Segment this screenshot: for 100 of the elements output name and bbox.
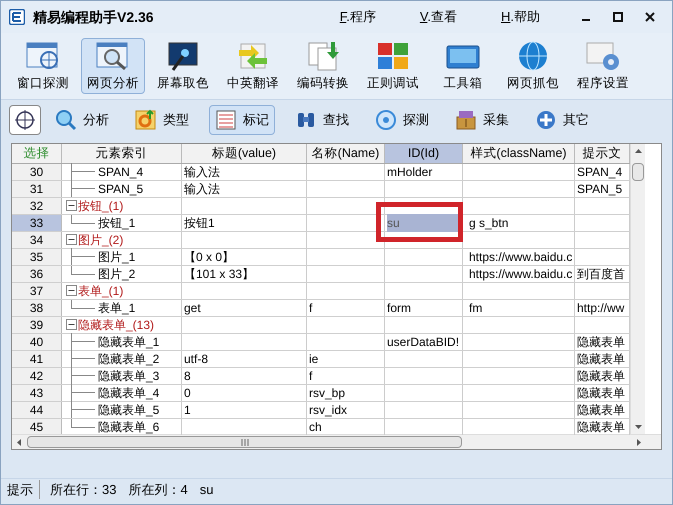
app-logo-icon (9, 9, 25, 25)
toolbar-button[interactable]: 采集 (449, 104, 515, 134)
browser-logo-icon (135, 108, 157, 130)
table-cell-text: http://ww (577, 300, 624, 317)
table-cell-text: utf-8 (184, 350, 208, 368)
column-header[interactable]: ID(Id) (385, 144, 463, 163)
row-number[interactable]: 31 (12, 180, 62, 197)
collapse-icon[interactable] (66, 319, 77, 330)
tree-group-label[interactable]: 图片_(2) (78, 230, 124, 249)
collapse-icon[interactable] (66, 234, 77, 246)
column-header[interactable]: 选择 (12, 144, 62, 163)
column-header[interactable]: 标题(value) (182, 144, 307, 163)
table-cell-text: g s_btn (469, 214, 508, 232)
toolbar-button[interactable]: 屏幕取色 (151, 38, 215, 94)
row-number[interactable]: 33 (12, 214, 62, 231)
window-title: 精易编程助手V2.36 (33, 8, 154, 26)
tree-item-label[interactable]: 隐藏表单_1 (98, 332, 160, 351)
row-number[interactable]: 32 (12, 198, 62, 214)
table-cell-text: 按钮1 (184, 214, 215, 232)
tree-item-label[interactable]: 隐藏表单_4 (98, 384, 160, 402)
table-cell-text: 隐藏表单 (577, 384, 625, 402)
table-cell: su (387, 214, 460, 232)
table-cell-text: 隐藏表单 (577, 334, 625, 351)
close-icon[interactable] (644, 11, 656, 23)
table-cell-text: rsv_bp (309, 384, 346, 402)
scroll-thumb[interactable] (27, 436, 462, 448)
row-number[interactable]: 37 (12, 282, 62, 299)
toolbar-button[interactable]: 其它 (529, 104, 595, 134)
table-cell-text: 隐藏表单 (577, 350, 625, 368)
toolbar-button[interactable]: 类型 (129, 104, 195, 134)
toolbar-button[interactable]: 分析 (49, 104, 115, 134)
row-number[interactable]: 38 (12, 300, 62, 316)
table-cell-text: f (309, 368, 312, 385)
tree-group-label[interactable]: 按钮_(1) (78, 196, 124, 215)
toolbar-button[interactable]: 网页分析 (81, 38, 145, 94)
menu-item[interactable]: F.程序 (332, 7, 384, 27)
tree-item-label[interactable]: 隐藏表单_6 (98, 418, 160, 436)
table-cell-text: 隐藏表单 (577, 418, 625, 436)
collapse-icon[interactable] (66, 285, 77, 296)
scroll-thumb[interactable] (632, 163, 644, 181)
table-cell-text: 输入法 (184, 164, 220, 181)
tree-group-label[interactable]: 隐藏表单_(13) (78, 316, 154, 334)
tree-item-label[interactable]: 图片_2 (98, 264, 136, 283)
row-number[interactable]: 36 (12, 266, 62, 282)
table-cell-text: SPAN_5 (577, 180, 622, 198)
row-number[interactable]: 40 (12, 334, 62, 350)
row-number[interactable]: 34 (12, 232, 62, 248)
table-cell-text: SPAN_4 (577, 164, 622, 181)
toolbar-button[interactable]: 查找 (289, 104, 355, 134)
horizontal-scrollbar[interactable] (12, 434, 661, 449)
tree-connector-icon (71, 214, 95, 224)
table-cell-text: rsv_idx (309, 402, 348, 419)
toolbar-button[interactable]: 程序设置 (571, 38, 635, 94)
table-cell-text: https://www.baidu.c (469, 248, 572, 266)
row-number[interactable]: 45 (12, 418, 62, 435)
tree-group-label[interactable]: 表单_(1) (78, 282, 124, 300)
toolbar-button[interactable]: 探测 (369, 104, 435, 134)
tree-connector-icon (71, 384, 95, 402)
tree-item-label[interactable]: SPAN_5 (98, 180, 144, 198)
tree-item-label[interactable]: 隐藏表单_5 (98, 400, 160, 419)
row-number[interactable]: 42 (12, 368, 62, 384)
toolbar-button[interactable]: 工具箱 (431, 38, 495, 94)
tree-item-label[interactable]: SPAN_4 (98, 162, 144, 181)
row-number[interactable]: 44 (12, 402, 62, 418)
table-cell-text: https://www.baidu.c (469, 266, 572, 283)
menu-item[interactable]: V.查看 (412, 7, 465, 27)
tree-item-label[interactable]: 隐藏表单_2 (98, 350, 160, 368)
vertical-scrollbar[interactable] (630, 144, 645, 434)
table-cell-text: userDataBID! (387, 334, 460, 351)
menu-item[interactable]: H.帮助 (492, 7, 548, 27)
maximize-icon[interactable] (612, 11, 624, 23)
toolbar-button[interactable]: 正则调试 (361, 38, 425, 94)
status-row-text: 所在行：33 (50, 480, 116, 499)
row-number[interactable]: 41 (12, 350, 62, 367)
collapse-icon[interactable] (66, 200, 77, 212)
tree-connector-icon (71, 180, 95, 198)
toolbar-button[interactable]: 网页抓包 (501, 38, 565, 94)
crosshair-button[interactable] (9, 104, 41, 134)
toolbar-button[interactable]: 标记 (209, 104, 275, 134)
column-header[interactable]: 元素索引 (62, 144, 182, 163)
status-value: su (200, 480, 214, 499)
row-number[interactable]: 43 (12, 384, 62, 401)
tree-item-label[interactable]: 按钮_1 (98, 214, 136, 232)
tree-item-label[interactable]: 隐藏表单_3 (98, 366, 160, 385)
tree-connector-icon (71, 367, 95, 384)
row-number[interactable]: 39 (12, 316, 62, 333)
toolbar-button[interactable]: 中英翻译 (221, 38, 285, 94)
table-cell-text: 输入法 (184, 180, 220, 198)
window-icon (25, 40, 61, 72)
table-cell-text: form (387, 300, 411, 317)
row-number[interactable]: 30 (12, 164, 62, 180)
row-number[interactable]: 35 (12, 248, 62, 265)
status-column: 所在列：4 (128, 480, 188, 500)
toolbar-button[interactable]: 窗口探测 (11, 38, 75, 94)
table-cell-text: 到百度首 (577, 266, 625, 283)
column-header[interactable]: 样式(className) (463, 144, 575, 163)
crosshair-icon (14, 108, 36, 130)
tree-item-label[interactable]: 图片_1 (98, 248, 136, 266)
tree-item-label[interactable]: 表单_1 (98, 298, 136, 317)
toolbar-button[interactable]: 编码转换 (291, 38, 355, 94)
